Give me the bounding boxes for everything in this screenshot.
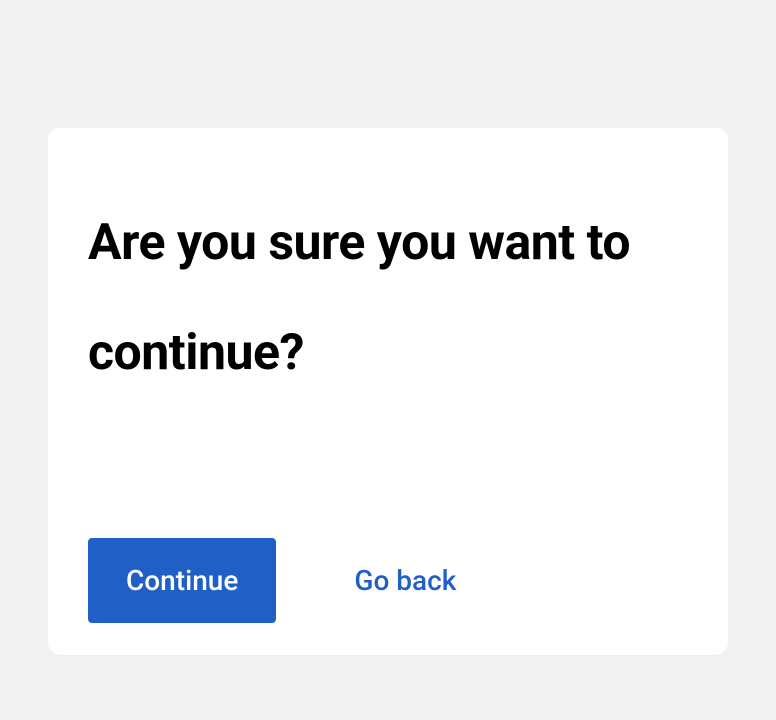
continue-button[interactable]: Continue — [88, 538, 276, 623]
dialog-title: Are you sure you want to continue? — [88, 188, 688, 408]
confirmation-dialog: Are you sure you want to continue? Conti… — [48, 128, 728, 655]
dialog-actions: Continue Go back — [88, 538, 688, 623]
go-back-button[interactable]: Go back — [354, 564, 456, 597]
